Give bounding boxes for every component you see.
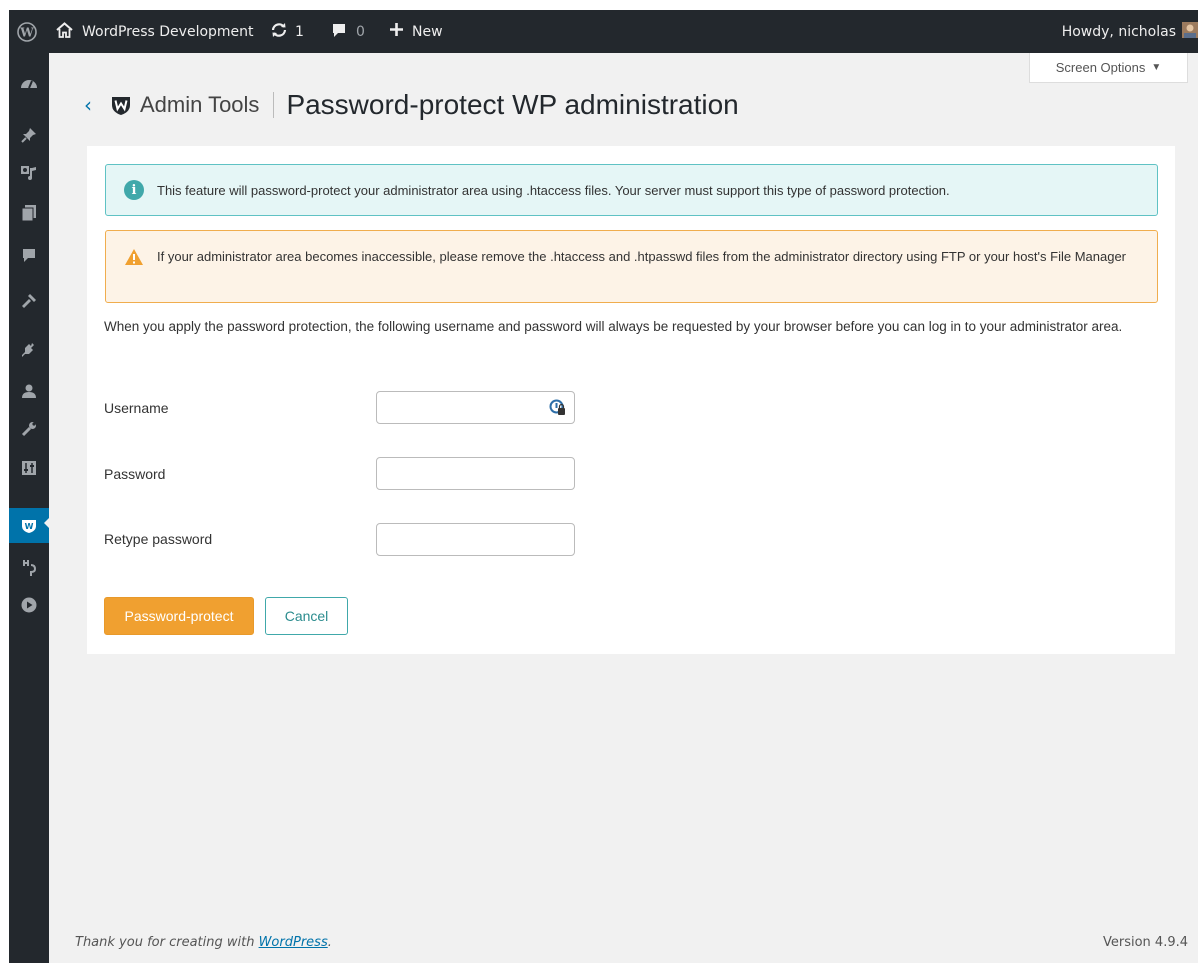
title-divider — [273, 92, 275, 118]
admin-sidebar: W — [9, 53, 50, 963]
warning-icon — [124, 248, 144, 266]
updates-count: 1 — [295, 23, 304, 40]
admin-tools-icon[interactable]: W — [9, 508, 50, 543]
my-account-link[interactable]: Howdy, nicholas — [1062, 10, 1198, 53]
home-icon — [56, 21, 73, 42]
site-name-link[interactable]: WordPress Development — [56, 10, 254, 53]
footer-thanks: Thank you for creating with WordPress. — [75, 935, 332, 950]
media-icon[interactable] — [9, 158, 49, 188]
username-input[interactable] — [376, 391, 575, 424]
page-header: ‹ Admin Tools Password-protect WP admini… — [84, 85, 739, 125]
footer-thanks-suffix: . — [327, 935, 332, 950]
avatar — [1182, 21, 1198, 42]
info-alert-text: This feature will password-protect your … — [157, 182, 950, 198]
screen-options-button[interactable]: Screen Options ▼ — [1029, 53, 1188, 83]
new-label: New — [412, 23, 443, 40]
cancel-button[interactable]: Cancel — [265, 597, 348, 635]
svg-text:W: W — [19, 25, 34, 39]
pin-icon[interactable] — [9, 120, 49, 150]
updates-link[interactable]: 1 — [270, 10, 304, 53]
comments-icon[interactable] — [9, 240, 49, 270]
back-icon[interactable]: ‹ — [84, 93, 110, 117]
retype-password-input[interactable] — [376, 523, 575, 556]
svg-text:W: W — [25, 522, 34, 531]
footer-version: Version 4.9.4 — [1102, 935, 1188, 950]
plugins-icon[interactable] — [9, 335, 49, 365]
username-label: Username — [104, 400, 169, 416]
password-label: Password — [104, 466, 166, 482]
info-icon: i — [124, 180, 144, 200]
main-panel: i This feature will password-protect you… — [87, 146, 1175, 654]
screen-options-label: Screen Options — [1055, 60, 1146, 75]
site-name: WordPress Development — [82, 23, 254, 40]
wordpress-link[interactable]: WordPress — [259, 935, 328, 950]
footer-thanks-prefix: Thank you for creating with — [75, 935, 259, 950]
users-icon[interactable] — [9, 376, 49, 406]
plus-icon — [389, 22, 404, 41]
comments-link[interactable]: 0 — [331, 10, 365, 53]
new-content-link[interactable]: New — [389, 10, 443, 53]
retype-password-label: Retype password — [104, 531, 213, 547]
updates-icon — [270, 22, 288, 42]
warning-alert: If your administrator area becomes inacc… — [105, 230, 1158, 303]
left-edge — [0, 0, 9, 963]
admin-tools-logo-icon — [110, 94, 132, 116]
comment-icon — [331, 22, 347, 42]
info-alert: i This feature will password-protect you… — [105, 164, 1158, 216]
password-input[interactable] — [376, 457, 575, 490]
caret-down-icon: ▼ — [1151, 62, 1162, 73]
appearance-icon[interactable] — [9, 286, 49, 316]
wordpress-logo-icon[interactable]: W — [17, 10, 37, 53]
dashboard-icon[interactable] — [9, 68, 49, 98]
pages-icon[interactable] — [9, 198, 49, 228]
howdy-text: Howdy, nicholas — [1061, 23, 1176, 40]
brand-name: Admin Tools — [140, 92, 260, 117]
comments-count: 0 — [356, 23, 365, 40]
plugin-extra-icon[interactable] — [9, 553, 49, 583]
password-protect-button[interactable]: Password-protect — [104, 597, 254, 635]
page-title: Password-protect WP administration — [286, 89, 739, 120]
password-manager-icon[interactable] — [549, 399, 566, 416]
description-text: When you apply the password protection, … — [104, 319, 1123, 334]
play-icon[interactable] — [9, 590, 49, 620]
warning-alert-text: If your administrator area becomes inacc… — [157, 249, 1127, 264]
admin-bar: W WordPress Development 1 0 New Howdy, n… — [0, 0, 1198, 53]
tools-icon[interactable] — [9, 414, 49, 444]
settings-icon[interactable] — [9, 453, 49, 483]
